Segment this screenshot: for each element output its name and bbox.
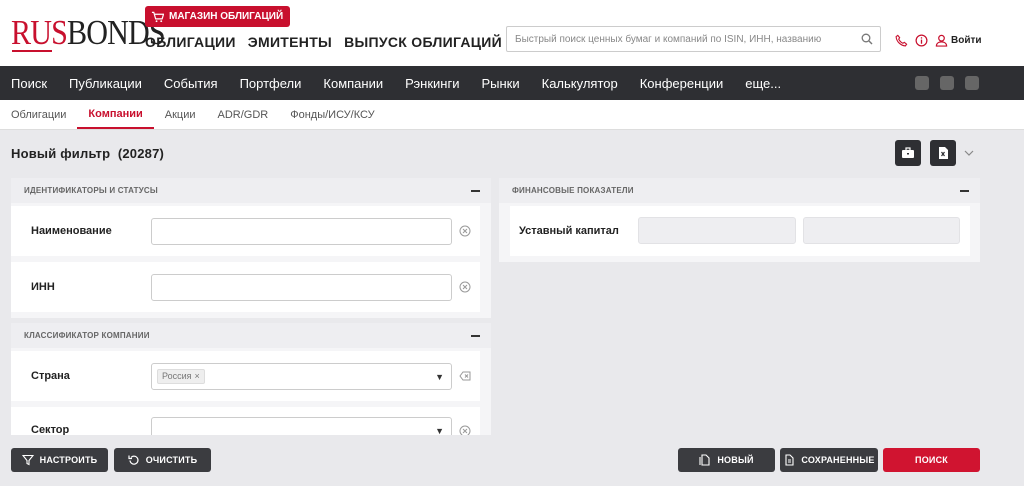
- rusbonds-logo[interactable]: RUSBONDS: [11, 14, 166, 52]
- main-nav-markets[interactable]: Рынки: [481, 76, 519, 91]
- main-nav-more[interactable]: еще...: [745, 76, 781, 91]
- sector-label: Сектор: [31, 424, 70, 435]
- country-tag-label: Россия: [162, 371, 192, 381]
- filter-name: Новый фильтр: [11, 146, 111, 161]
- collapse-icon[interactable]: [471, 334, 480, 337]
- top-nav: ОБЛИГАЦИИ ЭМИТЕНТЫ ВЫПУСК ОБЛИГАЦИЙ: [145, 34, 502, 50]
- name-input[interactable]: [151, 217, 452, 245]
- site-header: RUSBONDS МАГАЗИН ОБЛИГАЦИЙ ОБЛИГАЦИИ ЭМИ…: [0, 0, 1024, 66]
- main-nav-publications[interactable]: Публикации: [69, 76, 142, 91]
- main-nav-companies[interactable]: Компании: [323, 76, 383, 91]
- new-filter-button[interactable]: НОВЫЙ: [678, 448, 775, 472]
- filter-icon: [21, 454, 34, 466]
- identifiers-panel-header[interactable]: ИДЕНТИФИКАТОРЫ И СТАТУСЫ: [11, 178, 491, 203]
- quick-search: [506, 26, 881, 52]
- vk-icon[interactable]: [965, 76, 979, 90]
- chevron-down-icon[interactable]: [962, 146, 976, 160]
- backspace-clear-icon[interactable]: [459, 370, 471, 382]
- phone-icon[interactable]: [895, 34, 908, 47]
- main-nav-events[interactable]: События: [164, 76, 218, 91]
- filter-title: Новый фильтр (20287): [11, 146, 164, 161]
- name-filter-row: Наименование: [11, 206, 480, 256]
- tab-stocks[interactable]: Акции: [154, 100, 207, 129]
- clear-icon[interactable]: [459, 225, 471, 237]
- login-label: Войти: [951, 35, 982, 46]
- top-nav-bond-issues[interactable]: ВЫПУСК ОБЛИГАЦИЙ: [344, 34, 502, 50]
- bond-shop-button[interactable]: МАГАЗИН ОБЛИГАЦИЙ: [145, 6, 291, 27]
- country-tag: Россия ×: [157, 368, 205, 384]
- login-button[interactable]: Войти: [935, 34, 982, 47]
- youtube-icon[interactable]: [915, 76, 929, 90]
- tab-funds[interactable]: Фонды/ИСУ/КСУ: [279, 100, 385, 129]
- main-nav-portfolios[interactable]: Портфели: [240, 76, 302, 91]
- search-icon[interactable]: [854, 27, 880, 51]
- portfolio-button[interactable]: [895, 140, 921, 166]
- new-document-icon: [699, 454, 710, 466]
- sector-select[interactable]: ▼: [151, 417, 452, 435]
- inn-input[interactable]: [151, 273, 452, 301]
- saved-filters-button[interactable]: СОХРАНЕННЫЕ: [780, 448, 878, 472]
- saved-document-icon: [785, 454, 794, 466]
- filter-count: (20287): [117, 146, 165, 161]
- search-button[interactable]: ПОИСК: [883, 448, 980, 472]
- bond-shop-label: МАГАЗИН ОБЛИГАЦИЙ: [169, 11, 284, 22]
- clear-label: ОЧИСТИТЬ: [145, 455, 198, 465]
- tab-adr-gdr[interactable]: ADR/GDR: [207, 100, 280, 129]
- clear-icon[interactable]: [459, 425, 471, 435]
- telegram-icon[interactable]: [940, 76, 954, 90]
- sub-nav: Облигации Компании Акции ADR/GDR Фонды/И…: [0, 100, 1024, 130]
- social-links: [915, 76, 979, 90]
- cart-icon: [151, 11, 164, 22]
- info-icon[interactable]: [915, 34, 928, 47]
- quick-search-input[interactable]: [507, 27, 854, 51]
- capital-from-input[interactable]: [638, 217, 796, 244]
- configure-button[interactable]: НАСТРОИТЬ: [11, 448, 108, 472]
- logo-underline: [12, 50, 52, 52]
- remove-tag-icon[interactable]: ×: [195, 371, 200, 381]
- collapse-icon[interactable]: [960, 189, 969, 192]
- collapse-icon[interactable]: [471, 189, 480, 192]
- new-filter-label: НОВЫЙ: [717, 455, 754, 465]
- header-actions: Войти: [895, 34, 982, 47]
- excel-file-icon: [939, 147, 948, 159]
- tab-bonds[interactable]: Облигации: [0, 100, 77, 129]
- top-nav-issuers[interactable]: ЭМИТЕНТЫ: [248, 34, 332, 50]
- search-button-label: ПОИСК: [915, 455, 948, 465]
- name-label: Наименование: [31, 225, 112, 237]
- top-nav-bonds[interactable]: ОБЛИГАЦИИ: [145, 34, 236, 50]
- country-filter-row: Страна Россия × ▼: [11, 351, 480, 401]
- excel-export-button[interactable]: [930, 140, 956, 166]
- configure-label: НАСТРОИТЬ: [39, 455, 98, 465]
- user-icon: [935, 34, 948, 47]
- inn-label: ИНН: [31, 281, 55, 293]
- identifiers-panel-title: ИДЕНТИФИКАТОРЫ И СТАТУСЫ: [24, 186, 158, 195]
- dropdown-arrow-icon: ▼: [435, 426, 444, 435]
- briefcase-icon: [902, 147, 914, 158]
- main-nav-calculator[interactable]: Калькулятор: [542, 76, 618, 91]
- classifier-panel-title: КЛАССИФИКАТОР КОМПАНИИ: [24, 331, 150, 340]
- main-nav-rankings[interactable]: Рэнкинги: [405, 76, 459, 91]
- inn-filter-row: ИНН: [11, 262, 480, 312]
- tab-companies[interactable]: Компании: [77, 100, 154, 129]
- clear-icon[interactable]: [459, 281, 471, 293]
- capital-to-input[interactable]: [803, 217, 960, 244]
- undo-icon: [128, 455, 139, 465]
- dropdown-arrow-icon: ▼: [435, 371, 444, 382]
- saved-filters-label: СОХРАНЕННЫЕ: [801, 455, 875, 465]
- main-nav-search[interactable]: Поиск: [11, 76, 47, 91]
- sector-filter-row: Сектор ▼: [11, 407, 480, 435]
- country-select[interactable]: Россия × ▼: [151, 362, 452, 390]
- financial-panel-header[interactable]: ФИНАНСОВЫЕ ПОКАЗАТЕЛИ: [499, 178, 980, 203]
- main-nav-conferences[interactable]: Конференции: [640, 76, 724, 91]
- capital-label: Уставный капитал: [519, 225, 619, 237]
- main-nav: Поиск Публикации События Портфели Компан…: [0, 66, 1024, 100]
- clear-button[interactable]: ОЧИСТИТЬ: [114, 448, 211, 472]
- country-label: Страна: [31, 370, 70, 382]
- classifier-panel-header[interactable]: КЛАССИФИКАТОР КОМПАНИИ: [11, 323, 491, 348]
- financial-panel-title: ФИНАНСОВЫЕ ПОКАЗАТЕЛИ: [512, 186, 634, 195]
